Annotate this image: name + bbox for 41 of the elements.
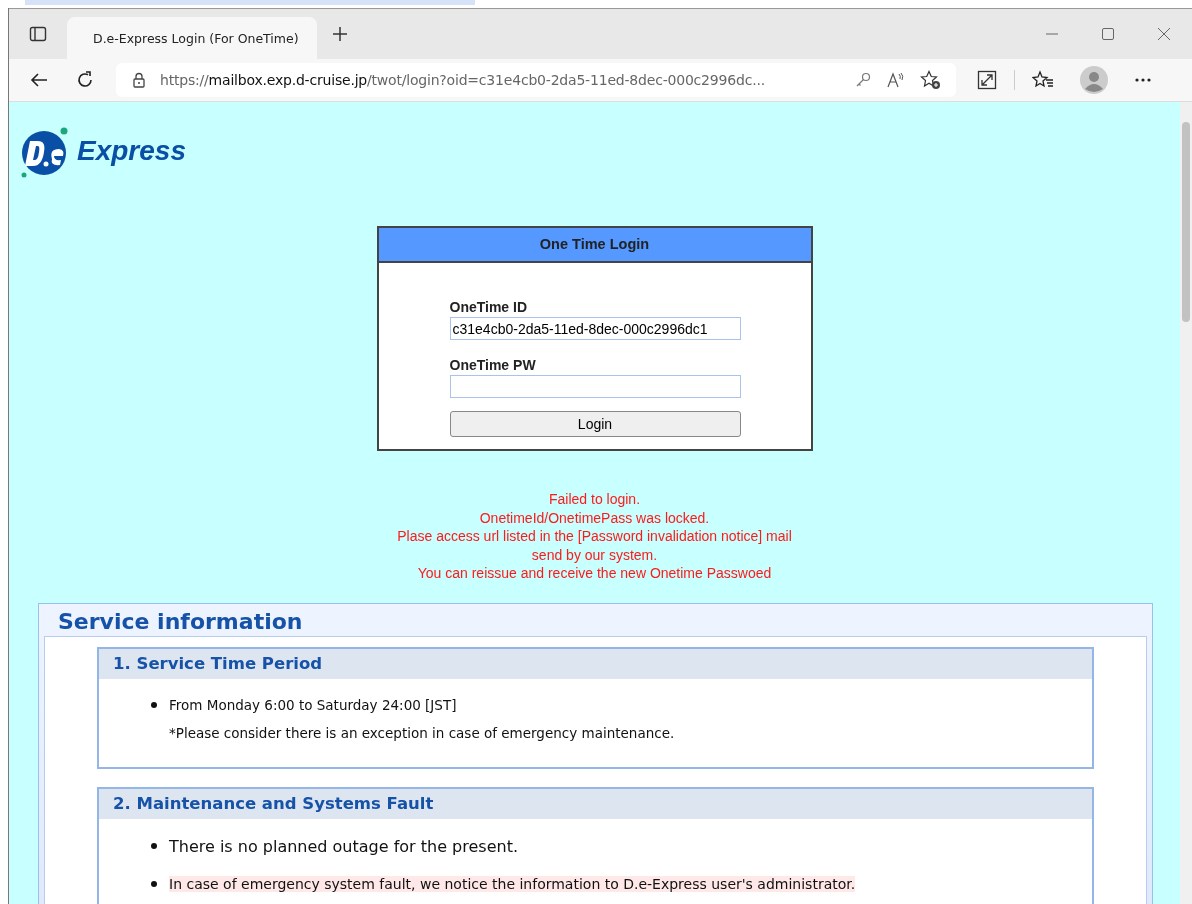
error-message: You can reissue and receive the new Onetime Passwoed bbox=[416, 564, 773, 583]
new-tab-icon[interactable] bbox=[331, 25, 349, 43]
scrollbar[interactable] bbox=[1180, 102, 1192, 904]
bullet-icon bbox=[151, 880, 157, 887]
info-text: *Please consider there is an exception in case of emergency maintenance. bbox=[169, 724, 675, 741]
field-label: OneTime PW bbox=[449, 357, 537, 373]
error-message: OnetimeId/OnetimePass was locked. bbox=[478, 508, 711, 527]
login-title: One Time Login bbox=[378, 228, 811, 263]
address-bar[interactable]: https://mailbox.exp.d-cruise.jp/twot/login?oid=c31e4cb0-2da5-11ed-8dec-000c2996dc... bbox=[116, 63, 956, 97]
service-title: Service information bbox=[57, 607, 304, 636]
section-title: 2. Maintenance and Systems Fault bbox=[99, 788, 1092, 819]
key-icon[interactable] bbox=[854, 71, 872, 89]
maximize-icon[interactable] bbox=[1101, 27, 1115, 41]
browser-tab[interactable]: D.e-Express Login (For OneTime) bbox=[67, 17, 317, 59]
field-label: OneTime ID bbox=[449, 299, 529, 315]
expand-icon[interactable] bbox=[977, 70, 997, 90]
close-window-icon[interactable] bbox=[1157, 27, 1171, 41]
section-title: 1. Service Time Period bbox=[99, 648, 1092, 679]
id-input-field[interactable]: c31e4cb0-2da5-11ed-8dec-000c2996dc1 bbox=[449, 317, 741, 340]
info-text: From Monday 6:00 to Saturday 24:00 [JST] bbox=[169, 696, 457, 713]
more-icon[interactable] bbox=[1134, 77, 1152, 83]
tab-actions-icon[interactable] bbox=[29, 25, 47, 43]
error-message: Failed to login. bbox=[547, 490, 642, 509]
info-text: There is no planned outage for the present. bbox=[169, 836, 518, 856]
lock-icon bbox=[132, 72, 146, 88]
info-text: In case of emergency system fault, we notice the information to D.e-Express user's administrator. bbox=[169, 875, 856, 892]
favorites-icon[interactable] bbox=[1032, 70, 1054, 90]
logo-text: Express bbox=[77, 135, 186, 167]
star-plus-icon[interactable] bbox=[920, 70, 942, 90]
scroll-thumb[interactable] bbox=[1182, 122, 1190, 322]
refresh-icon[interactable] bbox=[75, 70, 95, 90]
password-input-field[interactable] bbox=[449, 375, 741, 398]
login-button[interactable]: Login bbox=[449, 411, 741, 437]
read-aloud-icon[interactable] bbox=[886, 71, 906, 89]
bullet-icon bbox=[151, 701, 157, 708]
url-text: https://mailbox.exp.d-cruise.jp/twot/login?oid=c31e4cb0-2da5-11ed-8dec-000c2996dc... bbox=[160, 72, 766, 88]
error-message: Plase access url listed in the [Password invalidation notice] mail bbox=[397, 527, 792, 546]
bullet-icon bbox=[151, 843, 157, 849]
profile-avatar-icon[interactable] bbox=[1080, 66, 1108, 94]
tab-title: D.e-Express Login (For OneTime) bbox=[93, 30, 299, 46]
error-message: send by our system. bbox=[530, 545, 659, 564]
